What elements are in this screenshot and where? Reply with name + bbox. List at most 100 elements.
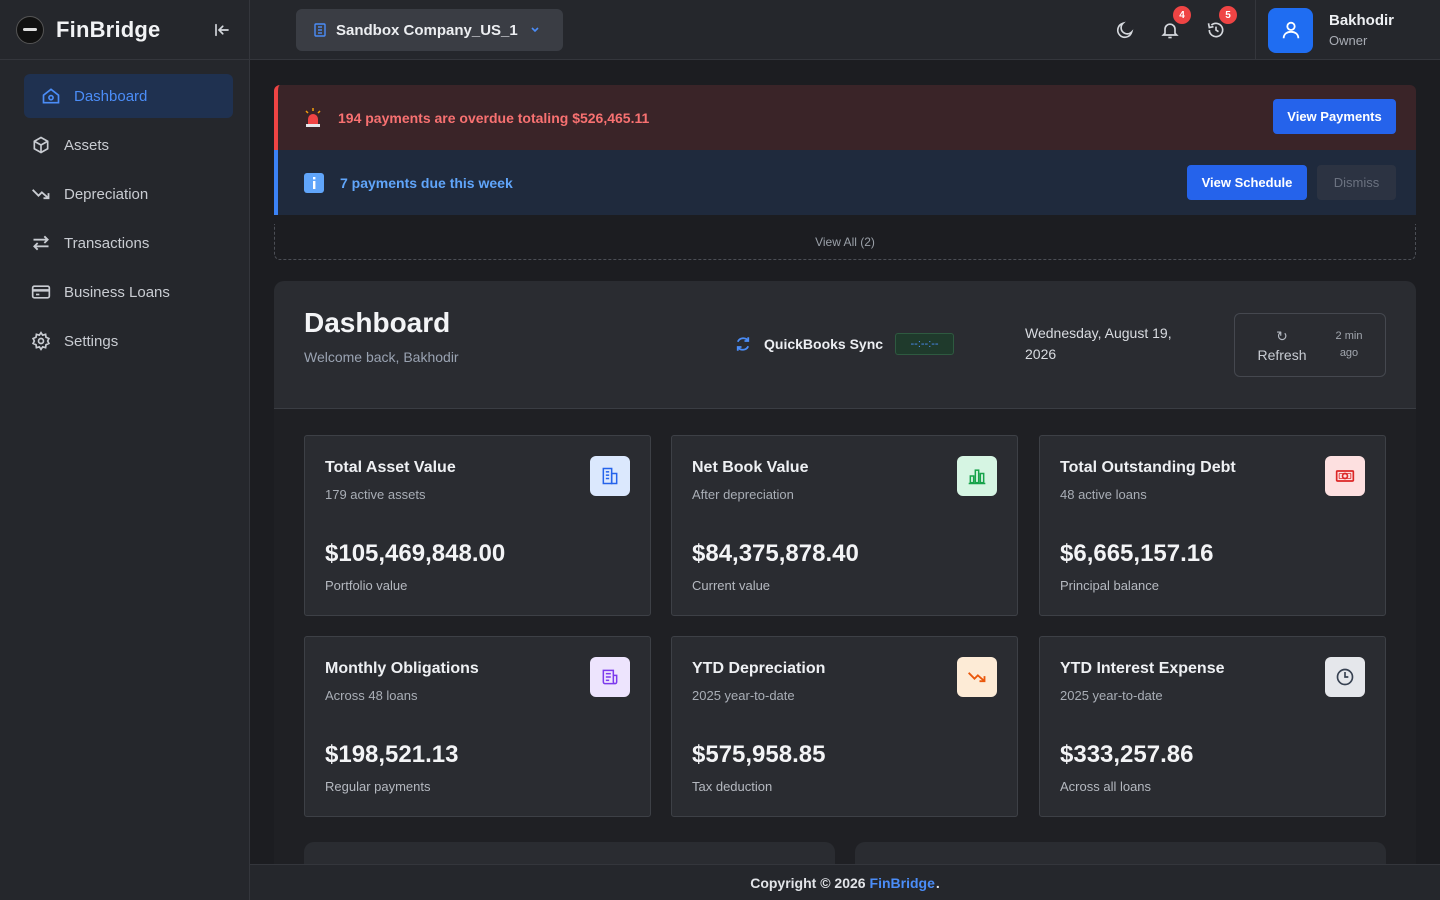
quickbooks-sync: QuickBooks Sync --:--:-- <box>734 333 955 355</box>
stat-card-ytd-depreciation[interactable]: YTD Depreciation 2025 year-to-date $575,… <box>671 636 1018 817</box>
gear-icon <box>30 330 52 352</box>
quickbooks-label: QuickBooks Sync <box>764 336 884 352</box>
card-value: $6,665,157.16 <box>1060 540 1214 567</box>
company-name: Sandbox Company_US_1 <box>336 21 518 39</box>
card-footnote: Tax deduction <box>692 779 773 794</box>
user-name: Bakhodir <box>1329 12 1395 29</box>
stat-card-net-book-value[interactable]: Net Book Value After depreciation $84,37… <box>671 435 1018 616</box>
card-subtitle: 2025 year-to-date <box>692 688 795 703</box>
receipt-icon <box>590 657 630 697</box>
chevron-down-icon <box>530 26 540 34</box>
sidebar-item-settings[interactable]: Settings <box>16 319 233 363</box>
arrows-icon <box>30 232 52 254</box>
credit-card-icon <box>30 281 52 303</box>
card-footnote: Principal balance <box>1060 578 1160 593</box>
refresh-button[interactable]: ↻ Refresh 2 min ago <box>1234 313 1386 377</box>
stat-card-monthly-obligations[interactable]: Monthly Obligations Across 48 loans $198… <box>304 636 651 817</box>
refresh-icon: ↻ <box>1276 327 1288 344</box>
card-value: $198,521.13 <box>325 741 459 768</box>
current-date: Wednesday, August 19, 2026 <box>1025 325 1172 362</box>
home-icon <box>40 85 62 107</box>
dashboard-header: Dashboard Welcome back, Bakhodir QuickBo… <box>274 281 1416 409</box>
card-value: $105,469,848.00 <box>325 540 506 567</box>
card-subtitle: 179 active assets <box>325 487 426 502</box>
stat-card-ytd-interest-expense[interactable]: YTD Interest Expense 2025 year-to-date $… <box>1039 636 1386 817</box>
siren-icon <box>305 107 321 127</box>
trending-down-icon <box>30 183 52 205</box>
card-title: Total Outstanding Debt <box>1060 459 1236 476</box>
avatar <box>1268 7 1313 53</box>
refresh-label: Refresh <box>1257 346 1307 363</box>
collapse-sidebar-icon[interactable] <box>210 18 234 42</box>
sidebar-item-label: Transactions <box>64 234 150 252</box>
card-value: $575,958.85 <box>692 741 826 768</box>
stat-card-total-asset-value[interactable]: Total Asset Value 179 active assets $105… <box>304 435 651 616</box>
card-footnote: Current value <box>692 578 771 593</box>
overdue-alert: 194 payments are overdue totaling $526,4… <box>274 85 1416 150</box>
trending-down-icon <box>957 657 997 697</box>
building-icon <box>590 456 630 496</box>
card-value: $84,375,878.40 <box>692 540 859 567</box>
sidebar-nav: Dashboard Assets Depreciation Transactio… <box>0 60 249 382</box>
sidebar-item-label: Assets <box>64 136 110 154</box>
sidebar-item-transactions[interactable]: Transactions <box>16 221 233 265</box>
sidebar-item-business-loans[interactable]: Business Loans <box>16 270 233 314</box>
card-footnote: Portfolio value <box>325 578 408 593</box>
copyright-text: Copyright © 2026 <box>750 874 866 891</box>
dismiss-button[interactable]: Dismiss <box>1317 165 1396 200</box>
user-menu[interactable]: Bakhodir Owner <box>1255 0 1440 60</box>
due-alert-text: 7 payments due this week <box>340 174 513 191</box>
brand-name: FinBridge <box>56 16 161 42</box>
sidebar-item-depreciation[interactable]: Depreciation <box>16 172 233 216</box>
refresh-main: ↻ Refresh <box>1235 328 1329 363</box>
history-button[interactable]: 5 <box>1203 6 1237 43</box>
company-selector[interactable]: Sandbox Company_US_1 <box>296 9 563 51</box>
card-title: Monthly Obligations <box>325 660 479 677</box>
card-subtitle: 2025 year-to-date <box>1060 688 1163 703</box>
user-info: Bakhodir Owner <box>1329 12 1394 48</box>
last-refresh-time: 2 min ago <box>1335 330 1363 359</box>
card-footnote: Across all loans <box>1060 779 1152 794</box>
user-icon <box>1282 21 1299 39</box>
overdue-alert-text: 194 payments are overdue totaling $526,4… <box>338 109 650 126</box>
card-value: $333,257.86 <box>1060 741 1194 768</box>
welcome-text: Welcome back, Bakhodir <box>304 349 459 365</box>
view-payments-button[interactable]: View Payments <box>1273 99 1396 134</box>
sync-icon <box>736 337 750 351</box>
footer-suffix: . <box>935 874 940 891</box>
sidebar-item-label: Settings <box>64 332 119 350</box>
sync-status: --:--:-- <box>895 333 955 355</box>
sidebar-item-assets[interactable]: Assets <box>16 123 233 167</box>
sidebar-item-label: Business Loans <box>64 283 170 301</box>
clock-icon <box>1325 657 1365 697</box>
due-alert: 7 payments due this week View Schedule D… <box>274 150 1416 215</box>
page-title: Dashboard <box>304 307 451 338</box>
building-icon <box>314 23 326 37</box>
card-subtitle: After depreciation <box>692 487 794 502</box>
money-icon <box>1325 456 1365 496</box>
notifications-button[interactable]: 4 <box>1157 6 1191 43</box>
card-subtitle: 48 active loans <box>1060 487 1147 502</box>
sidebar-item-dashboard[interactable]: Dashboard <box>24 74 233 118</box>
sidebar-item-label: Depreciation <box>64 185 149 203</box>
sidebar-item-label: Dashboard <box>74 87 148 105</box>
footer: Copyright © 2026 FinBridge . <box>250 864 1440 900</box>
bar-chart-icon <box>957 456 997 496</box>
card-subtitle: Across 48 loans <box>325 688 418 703</box>
dark-mode-toggle[interactable] <box>1112 17 1138 43</box>
card-title: Net Book Value <box>692 459 809 476</box>
footer-brand-link[interactable]: FinBridge <box>870 875 935 891</box>
view-all-alerts[interactable]: View All (2) <box>274 224 1416 260</box>
card-title: YTD Depreciation <box>692 660 826 677</box>
box-icon <box>30 134 52 156</box>
topbar: Sandbox Company_US_1 4 5 Bakhodir Owner <box>250 0 1440 60</box>
user-role: Owner <box>1329 33 1368 48</box>
stat-card-total-outstanding-debt[interactable]: Total Outstanding Debt 48 active loans $… <box>1039 435 1386 616</box>
history-badge: 5 <box>1219 6 1237 24</box>
card-title: YTD Interest Expense <box>1060 660 1225 677</box>
view-schedule-button[interactable]: View Schedule <box>1187 165 1307 200</box>
logo-icon <box>16 15 44 44</box>
card-footnote: Regular payments <box>325 779 431 794</box>
sidebar: FinBridge Dashboard Assets Depreciation <box>0 0 250 900</box>
card-title: Total Asset Value <box>325 459 456 476</box>
